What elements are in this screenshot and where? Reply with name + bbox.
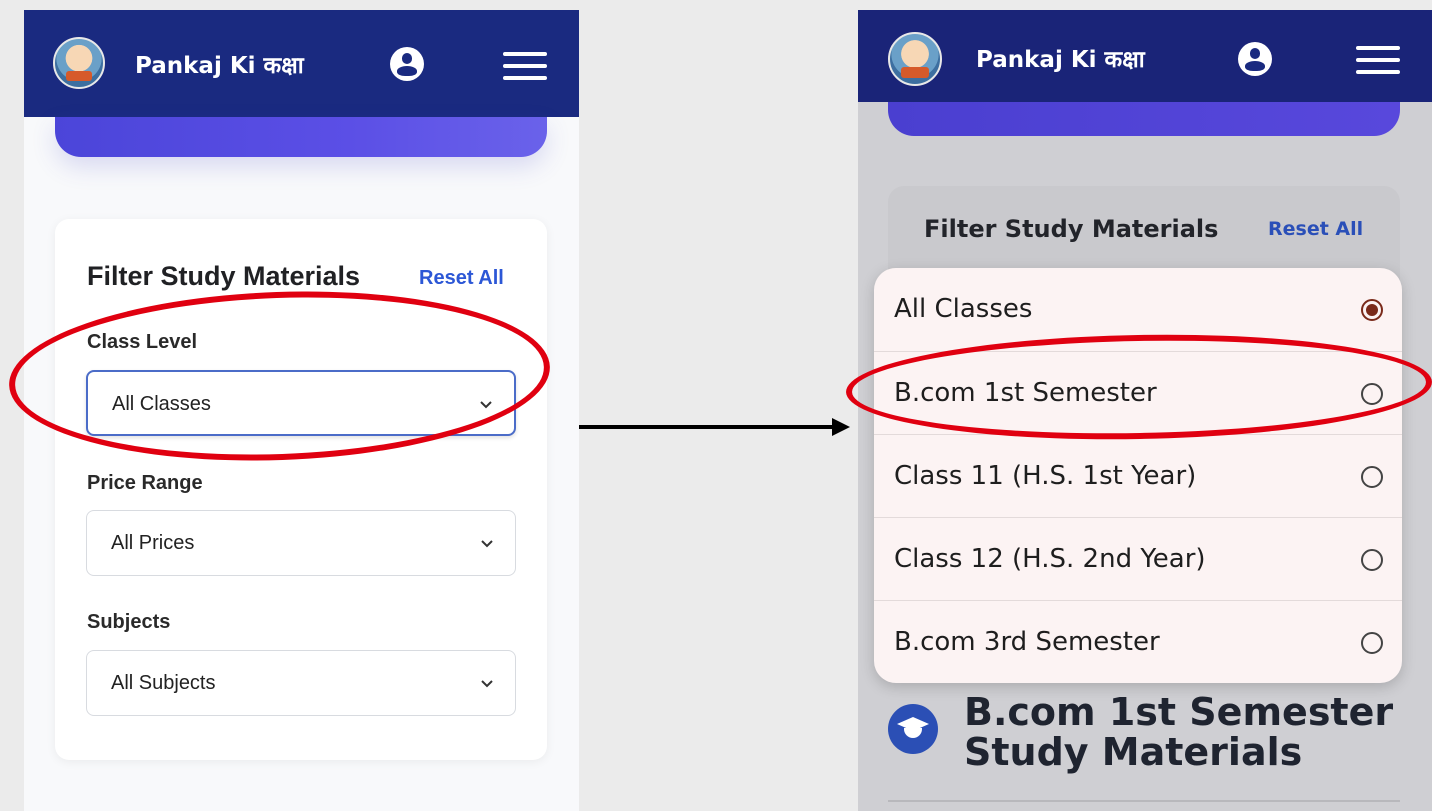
class-level-options-menu: All Classes B.com 1st Semester Class 11 … (874, 268, 1402, 683)
price-range-select[interactable]: All Prices (86, 510, 516, 576)
brand-name[interactable]: Pankaj Ki कक्षा (976, 42, 1145, 74)
app-header: Pankaj Ki कक्षा (858, 10, 1432, 102)
graduation-cap-icon (888, 704, 938, 754)
section-title-line-1: B.com 1st Semester (964, 690, 1394, 734)
option-bcom-3rd-semester[interactable]: B.com 3rd Semester (874, 600, 1402, 683)
hamburger-menu-icon[interactable] (1356, 46, 1400, 74)
price-range-value: All Prices (111, 532, 195, 554)
price-range-label: Price Range (87, 472, 203, 494)
reset-all-link[interactable]: Reset All (1268, 218, 1363, 240)
option-class-11[interactable]: Class 11 (H.S. 1st Year) (874, 434, 1402, 517)
section-title: B.com 1st Semester Study Materials (964, 692, 1393, 772)
option-label: Class 11 (H.S. 1st Year) (894, 461, 1197, 491)
radio-unselected-icon[interactable] (1361, 549, 1383, 571)
chevron-down-icon (481, 680, 493, 688)
hero-banner (55, 117, 547, 157)
pankaj-logo-icon[interactable] (888, 32, 942, 86)
section-divider (888, 800, 1400, 802)
arrow-line (579, 425, 837, 429)
chevron-down-icon (481, 540, 493, 548)
radio-unselected-icon[interactable] (1361, 466, 1383, 488)
option-class-12[interactable]: Class 12 (H.S. 2nd Year) (874, 517, 1402, 600)
section-title-line-2: Study Materials (964, 730, 1303, 774)
arrow-right-icon (832, 418, 850, 436)
hero-banner (888, 102, 1400, 136)
filter-title: Filter Study Materials (87, 261, 361, 291)
user-circle-icon[interactable] (390, 47, 424, 81)
user-circle-icon[interactable] (1238, 42, 1272, 76)
option-label: All Classes (894, 294, 1033, 324)
subjects-label: Subjects (87, 611, 171, 633)
filter-title: Filter Study Materials (924, 215, 1219, 243)
subjects-value: All Subjects (111, 672, 216, 694)
option-label: B.com 3rd Semester (894, 627, 1160, 657)
radio-selected-icon[interactable] (1361, 299, 1383, 321)
radio-unselected-icon[interactable] (1361, 632, 1383, 654)
option-label: Class 12 (H.S. 2nd Year) (894, 544, 1206, 574)
hamburger-menu-icon[interactable] (503, 52, 547, 80)
subjects-select[interactable]: All Subjects (86, 650, 516, 716)
pankaj-logo-icon[interactable] (53, 37, 105, 89)
app-header: Pankaj Ki कक्षा (24, 10, 579, 117)
brand-name[interactable]: Pankaj Ki कक्षा (135, 48, 304, 80)
reset-all-link[interactable]: Reset All (419, 267, 504, 290)
